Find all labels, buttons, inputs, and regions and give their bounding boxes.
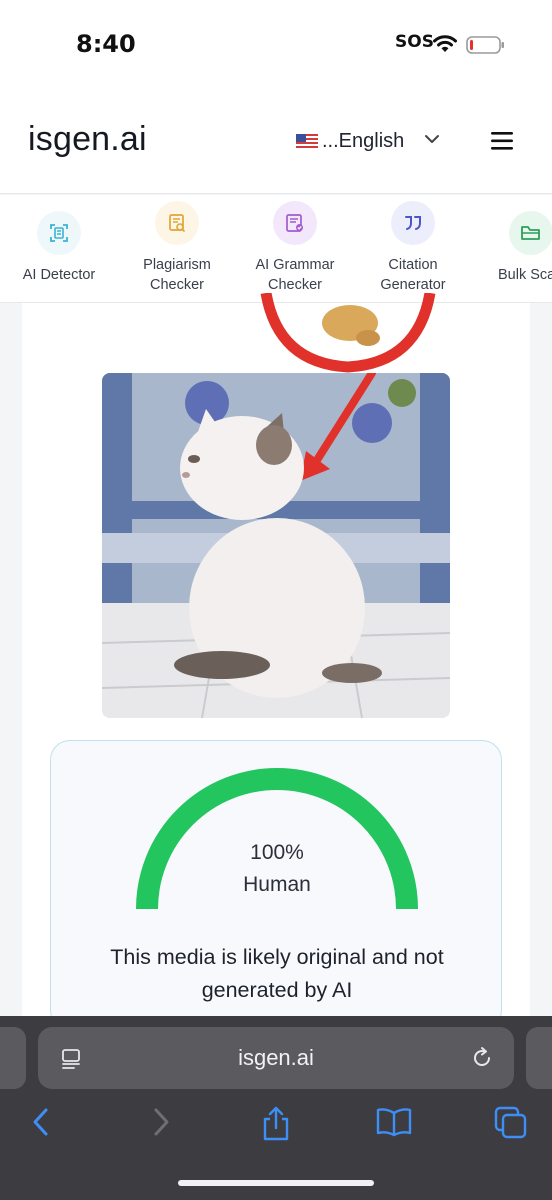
tool-label: Checker: [268, 277, 322, 293]
percent-value: 100%: [250, 841, 304, 864]
next-tab-preview[interactable]: [526, 1027, 552, 1089]
tool-label: Bulk Sca: [498, 267, 552, 283]
tool-label: AI Grammar: [255, 257, 335, 273]
percent-label: Human: [243, 873, 311, 896]
url-text: isgen.ai: [238, 1045, 314, 1070]
reload-icon[interactable]: [470, 1046, 494, 1070]
tool-label: Generator: [380, 277, 446, 293]
language-selector[interactable]: ...English: [296, 126, 404, 156]
tool-plagiarism-checker[interactable]: Plagiarism Checker: [118, 195, 236, 302]
result-message: This media is likely original and not ge…: [110, 945, 444, 1002]
tool-ai-detector[interactable]: AI Detector: [0, 195, 118, 302]
plagiarism-checker-icon: [155, 201, 199, 245]
folder-icon: [509, 211, 552, 255]
tool-citation-generator[interactable]: Citation Generator: [354, 195, 472, 302]
bookmarks-icon[interactable]: [376, 1106, 412, 1138]
content-card: 100% Human This media is likely original…: [22, 293, 530, 1030]
quote-icon: [391, 201, 435, 245]
tool-label: Plagiarism: [143, 257, 211, 273]
ai-detector-icon: [37, 211, 81, 255]
language-label: ...English: [322, 129, 405, 152]
tabs-icon[interactable]: [494, 1106, 528, 1140]
wifi-icon: [433, 35, 457, 52]
tool-label: Citation: [388, 257, 438, 273]
battery-icon: [466, 36, 504, 54]
chevron-down-icon[interactable]: [424, 134, 440, 144]
address-bar[interactable]: isgen.ai: [38, 1027, 514, 1089]
detection-result-box: 100% Human This media is likely original…: [50, 740, 502, 1030]
tool-ai-grammar-checker[interactable]: AI Grammar Checker: [236, 195, 354, 302]
site-header: isgen.ai ...English: [0, 90, 552, 194]
tool-label: Checker: [150, 277, 204, 293]
browser-toolbar: isgen.ai: [0, 1016, 552, 1200]
tool-bulk-scan[interactable]: Bulk Sca: [472, 195, 552, 302]
status-time: 8:40: [76, 30, 136, 58]
hamburger-menu-icon[interactable]: [490, 130, 516, 152]
status-bar: 8:40 SOS: [0, 0, 552, 90]
us-flag-icon: [296, 134, 318, 148]
uploaded-cat-image: [102, 373, 450, 718]
tools-nav: AI Detector Plagiarism Checker AI Gramma…: [0, 195, 552, 303]
site-logo[interactable]: isgen.ai: [28, 120, 147, 159]
red-circle-annotation: [260, 293, 436, 373]
forward-icon[interactable]: [150, 1106, 172, 1138]
ai-grammar-checker-icon: [273, 201, 317, 245]
back-icon[interactable]: [30, 1106, 52, 1138]
previous-tab-preview[interactable]: [0, 1027, 26, 1089]
tool-label: AI Detector: [22, 267, 96, 283]
sos-indicator: SOS: [395, 32, 434, 52]
home-indicator: [178, 1180, 374, 1186]
share-icon[interactable]: [260, 1106, 292, 1142]
